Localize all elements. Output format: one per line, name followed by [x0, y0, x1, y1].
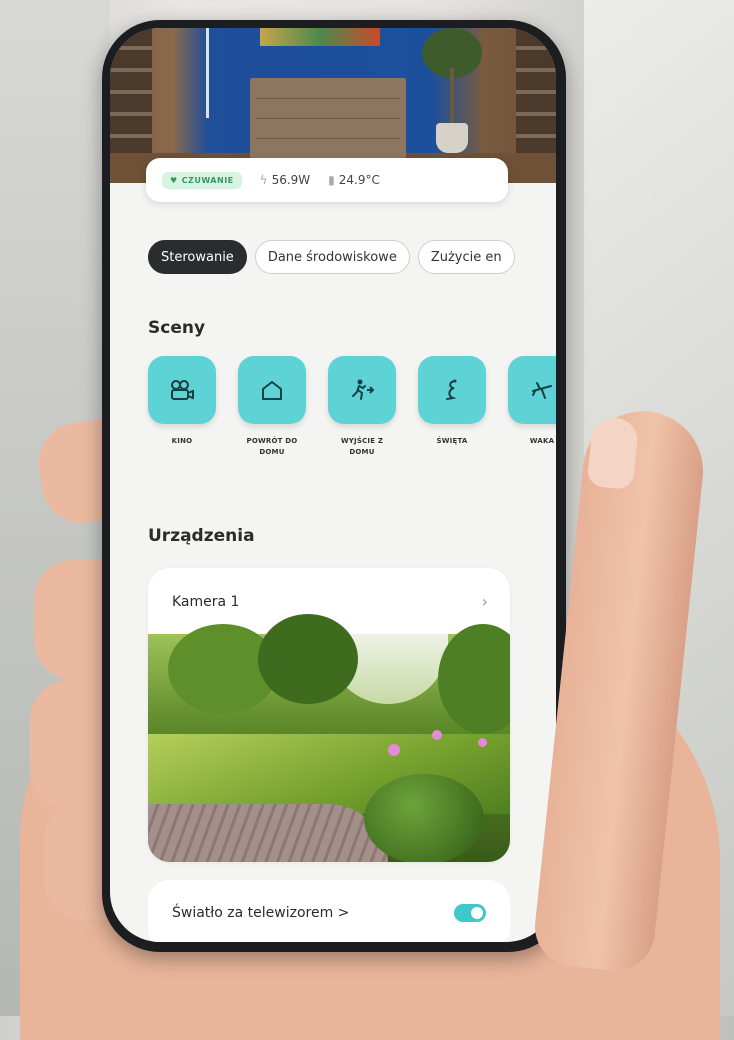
- scene-swieta[interactable]: ŚWIĘTA: [418, 356, 486, 458]
- flower: [478, 738, 487, 747]
- tree: [438, 624, 510, 734]
- floor-lamp: [206, 28, 209, 118]
- christmas-icon: [446, 379, 457, 400]
- power-value: 56.9W: [271, 173, 311, 187]
- plant-pot: [436, 123, 468, 153]
- scene-label: WAKA: [529, 437, 555, 445]
- dresser: [250, 78, 406, 158]
- scene-powrot[interactable]: POWRÓT DO DOMU: [238, 356, 306, 458]
- temperature-value: 24.9°C: [338, 173, 380, 187]
- scene-button[interactable]: [238, 356, 306, 424]
- temperature-stat: ▮ 24.9°C: [328, 173, 380, 187]
- scene-button[interactable]: [418, 356, 486, 424]
- status-badge: ♥ CZUWANIE: [162, 171, 242, 189]
- flower: [432, 730, 442, 740]
- power-stat: ϟ 56.9W: [260, 173, 311, 187]
- camera-card[interactable]: Kamera 1 ›: [148, 568, 510, 862]
- status-badge-label: CZUWANIE: [181, 175, 234, 185]
- scene-button[interactable]: [508, 356, 556, 424]
- scene-kino[interactable]: KINO: [148, 356, 216, 458]
- scene-button[interactable]: [328, 356, 396, 424]
- lightning-icon: ϟ: [259, 173, 268, 187]
- light-name[interactable]: Światło za telewizorem >: [172, 905, 349, 921]
- house-icon: [262, 381, 282, 400]
- scene-wakacje[interactable]: WAKA: [508, 356, 556, 458]
- wall-picture: [260, 28, 380, 46]
- tree: [258, 614, 358, 704]
- heart-icon: ♥: [170, 175, 178, 185]
- status-bar: ♥ CZUWANIE ϟ 56.9W ▮ 24.9°C: [146, 158, 508, 202]
- tab-zuzycie-energii[interactable]: Zużycie en: [417, 240, 515, 274]
- light-toggle[interactable]: [454, 904, 486, 922]
- thumbnail: [586, 415, 640, 491]
- thermometer-icon: ▮: [328, 173, 335, 187]
- light-card[interactable]: Światło za telewizorem >: [148, 880, 510, 942]
- tab-sterowanie[interactable]: Sterowanie: [148, 240, 247, 274]
- tab-bar: Sterowanie Dane środowiskowe Zużycie en: [148, 240, 515, 274]
- scene-label: ŚWIĘTA: [436, 437, 468, 445]
- drawer: [256, 82, 400, 99]
- scene-wyjscie[interactable]: WYJŚCIE Z DOMU: [328, 356, 396, 458]
- tab-dane-srodowiskowe[interactable]: Dane środowiskowe: [254, 240, 410, 274]
- camera-icon: [171, 380, 194, 400]
- walking-out-icon: [352, 379, 375, 400]
- camera-name: Kamera 1: [172, 594, 240, 610]
- room-photo: [110, 28, 556, 183]
- garden-path: [148, 804, 388, 862]
- flower: [388, 744, 400, 756]
- plant-stem: [450, 68, 454, 124]
- plane-icon: [532, 382, 552, 399]
- devices-title: Urządzenia: [148, 526, 255, 546]
- scene-label: WYJŚCIE Z DOMU: [340, 437, 384, 456]
- scenes-list: KINO POWRÓT DO DOMU WYJŚCIE Z DOMU ŚWIĘT…: [148, 356, 556, 458]
- scene-label: KINO: [171, 437, 193, 445]
- chevron-right-icon[interactable]: ›: [482, 592, 488, 611]
- phone-screen: ♥ CZUWANIE ϟ 56.9W ▮ 24.9°C Sterowanie D…: [110, 28, 556, 942]
- drawer: [256, 122, 400, 139]
- bush: [364, 774, 484, 862]
- scene-button[interactable]: [148, 356, 216, 424]
- drawer: [256, 102, 400, 119]
- scene-label: POWRÓT DO DOMU: [246, 437, 298, 456]
- camera-preview[interactable]: [148, 614, 510, 862]
- scenes-title: Sceny: [148, 318, 206, 338]
